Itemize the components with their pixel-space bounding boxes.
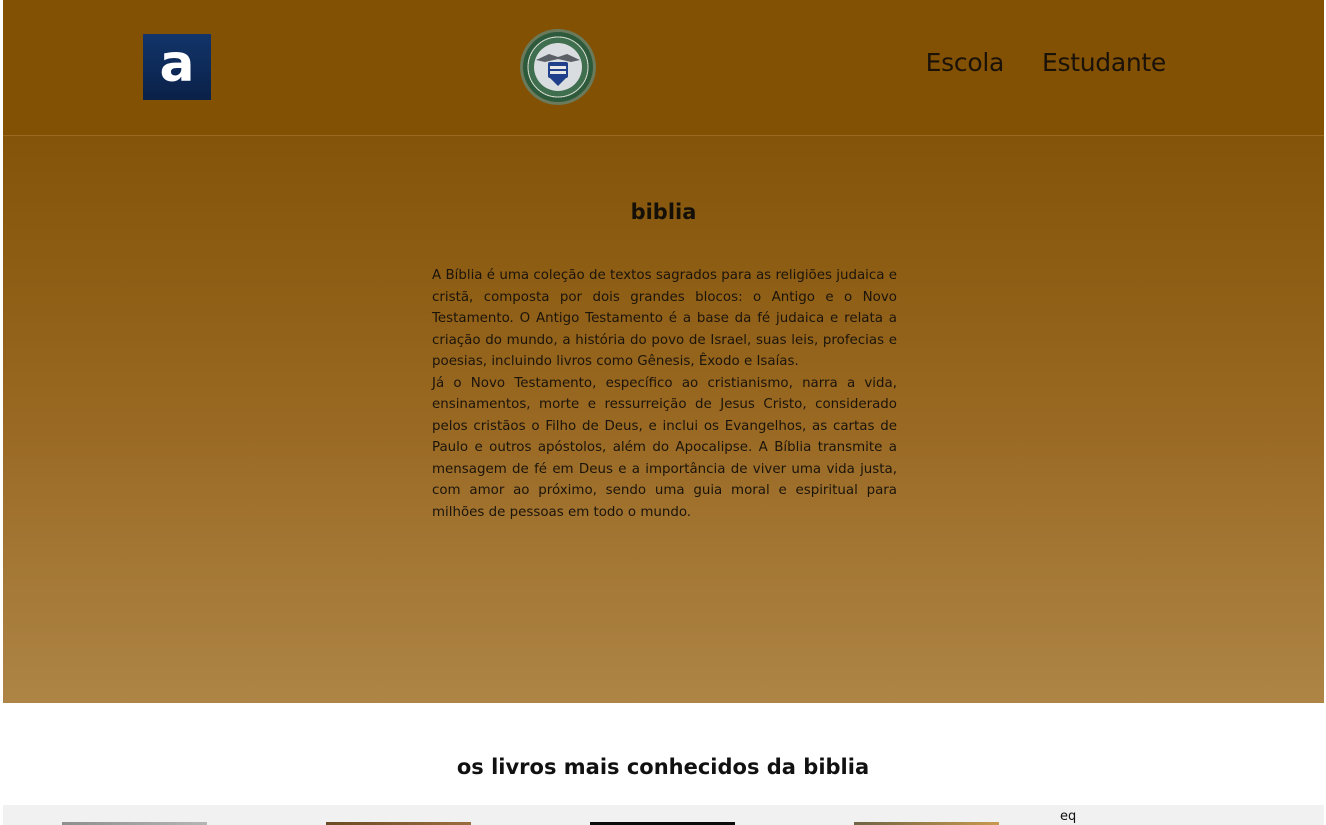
page: a Escola Estudante biblia A Bíblia é uma…	[0, 0, 1326, 825]
nav-link-escola[interactable]: Escola	[926, 48, 1005, 77]
hero-section: biblia A Bíblia é uma coleção de textos …	[3, 136, 1324, 703]
hero-paragraph: Já o Novo Testamento, específico ao cris…	[432, 375, 897, 520]
books-section-title: os livros mais conhecidos da biblia	[456, 755, 870, 779]
site-header: a Escola Estudante	[3, 0, 1324, 136]
hero-paragraph: A Bíblia é uma coleção de textos sagrado…	[432, 268, 897, 369]
hero-text: A Bíblia é uma coleção de textos sagrado…	[432, 265, 897, 523]
main-nav: Escola Estudante	[926, 48, 1167, 77]
brand-logo[interactable]: a	[143, 34, 211, 100]
books-carousel: eq	[3, 805, 1324, 825]
brand-logo-letter: a	[159, 34, 195, 94]
book-card-caption: eq	[1060, 809, 1077, 824]
nav-link-estudante[interactable]: Estudante	[1042, 48, 1166, 77]
school-emblem-icon	[520, 29, 596, 105]
hero-title: biblia	[630, 200, 697, 224]
